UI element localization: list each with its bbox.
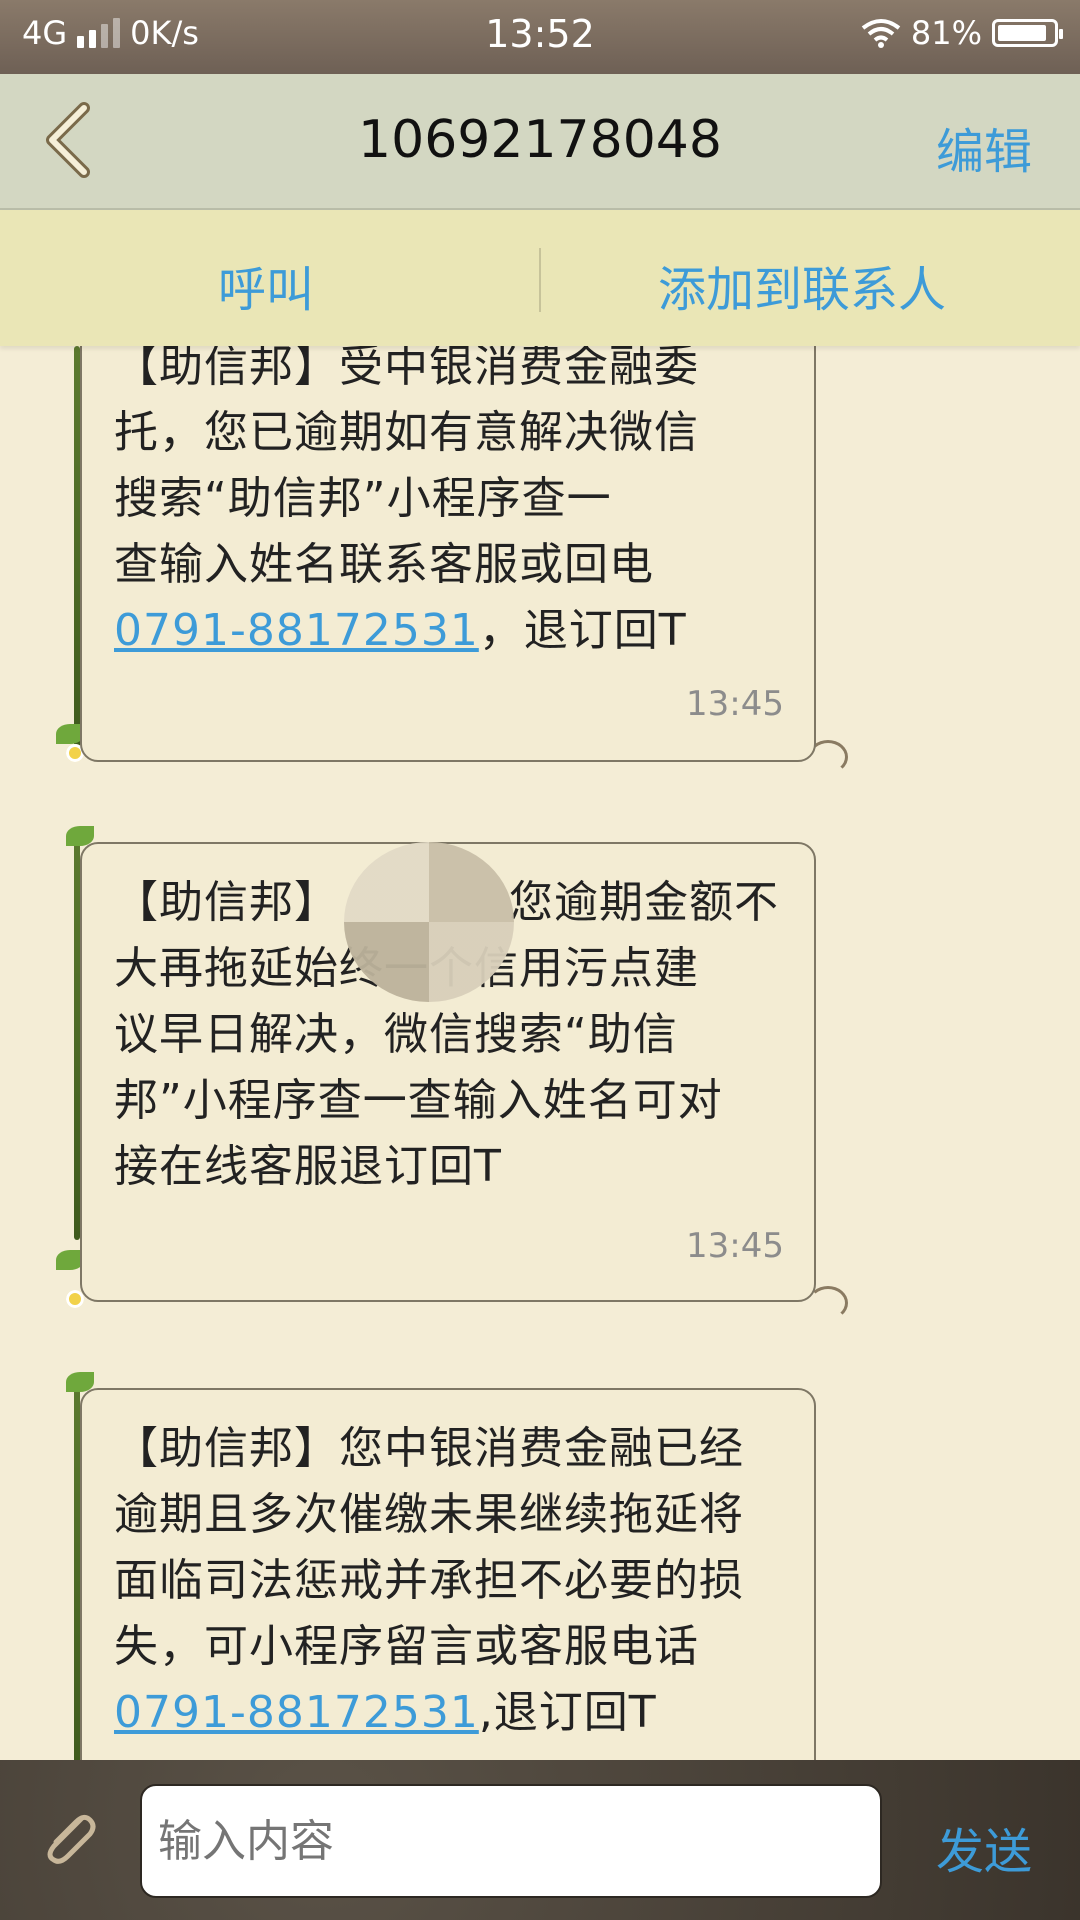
message-bubble[interactable]: 【助信邦】您中银消费金融已经 逾期且多次催缴未果继续拖延将 面临司法惩戒并承担不…: [80, 1388, 816, 1760]
battery-percent: 81%: [910, 14, 982, 52]
phone-link[interactable]: 0791-88172531: [114, 1687, 479, 1738]
message-line: 【助信邦】: [114, 877, 339, 928]
message-tail: ，退订回T: [478, 605, 687, 656]
message-line: 议早日解决，微信搜索“助信: [114, 1009, 678, 1060]
message-bubble[interactable]: 【助信邦】受中银消费金融委 托，您已逾期如有意解决微信 搜索“助信邦”小程序查一…: [80, 346, 816, 762]
message-time: 13:45: [686, 1226, 784, 1266]
message-tail: ,退订回T: [478, 1687, 657, 1738]
message-line: 查输入姓名联系客服或回电: [114, 539, 654, 590]
redaction-blur: [344, 842, 514, 1002]
message-list[interactable]: 【助信邦】受中银消费金融委 托，您已逾期如有意解决微信 搜索“助信邦”小程序查一…: [0, 346, 1080, 1760]
message-line: 【助信邦】受中银消费金融委: [114, 346, 699, 392]
phone-link[interactable]: 0791-88172531: [114, 605, 479, 656]
input-bar: 发送: [0, 1760, 1080, 1920]
message-line: 接在线客服退订回T: [114, 1141, 502, 1192]
message-line: 失，可小程序留言或客服电话: [114, 1621, 699, 1672]
add-contact-button[interactable]: 添加到联系人: [658, 250, 946, 320]
wifi-icon: [861, 19, 901, 48]
page-title: 10692178048: [358, 110, 722, 170]
message-line: 逾期且多次催缴未果继续拖延将: [114, 1489, 744, 1540]
message-line: 搜索“助信邦”小程序查一: [114, 473, 612, 524]
message-line: 您逾期金额不: [509, 877, 779, 928]
call-button[interactable]: 呼叫: [218, 250, 314, 320]
message-line: 邦”小程序查一查输入姓名可对: [114, 1075, 723, 1126]
message-line: 大再拖延始终: [114, 943, 384, 994]
message-line: 【助信邦】您中银消费金融已经: [114, 1423, 744, 1474]
status-right: 81%: [861, 14, 1063, 52]
nav-bar: 10692178048 编辑: [0, 74, 1080, 210]
divider: [539, 248, 541, 312]
message-input[interactable]: [140, 1784, 882, 1898]
attachment-icon[interactable]: [38, 1806, 100, 1868]
message-text: 【助信邦】受中银消费金融委 托，您已逾期如有意解决微信 搜索“助信邦”小程序查一…: [114, 346, 784, 664]
battery-icon: [992, 19, 1063, 47]
send-button[interactable]: 发送: [936, 1812, 1032, 1882]
contact-action-bar: 呼叫 添加到联系人: [0, 210, 1080, 346]
message-line: 面临司法惩戒并承担不必要的损: [114, 1555, 744, 1606]
message-time: 13:45: [686, 684, 784, 724]
message-text: 【助信邦】您中银消费金融已经 逾期且多次催缴未果继续拖延将 面临司法惩戒并承担不…: [114, 1416, 784, 1746]
message-line: 托，您已逾期如有意解决微信: [114, 407, 699, 458]
edit-button[interactable]: 编辑: [936, 112, 1032, 182]
status-bar: 4G 0K/s 13:52 81%: [0, 0, 1080, 74]
